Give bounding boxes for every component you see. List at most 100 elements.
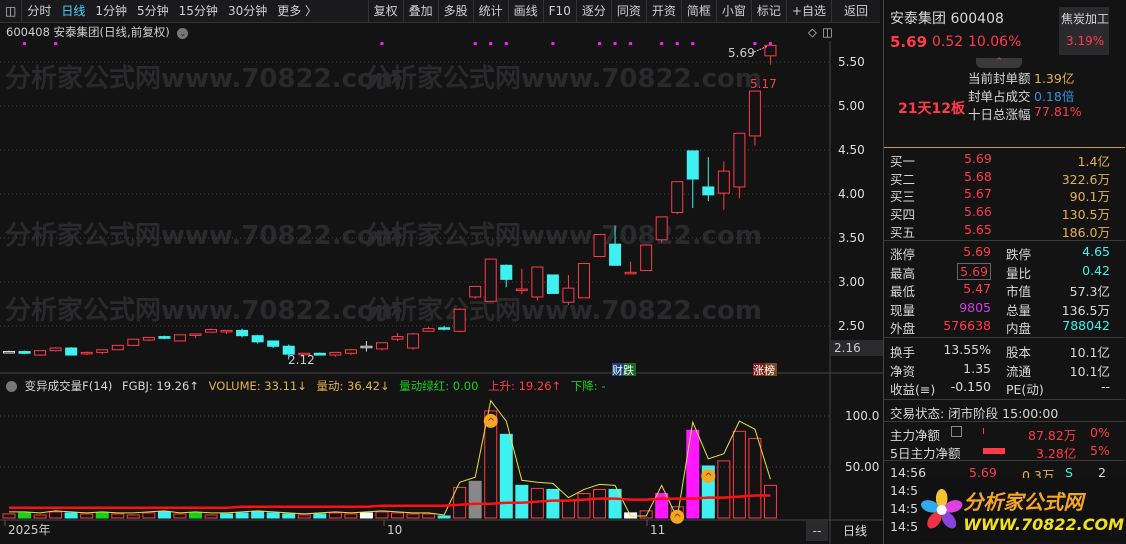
add-watchlist-button[interactable]: +自选 <box>785 0 831 23</box>
price-axis-label: 2.50 <box>838 319 865 333</box>
candle <box>329 351 342 357</box>
f10-button[interactable]: F10 <box>542 0 576 23</box>
kline-chart[interactable]: 5.50 5.00 4.50 4.00 3.50 3.00 2.50 2.16 100.0 50.… <box>0 0 883 544</box>
tab-more[interactable]: 更多 〉 <box>272 0 322 23</box>
candle-body <box>733 132 746 188</box>
stat-label: 总量 <box>1006 302 1032 318</box>
signal-dot <box>504 42 508 45</box>
candle <box>251 334 264 344</box>
volume-bar <box>468 480 482 519</box>
stats-button[interactable]: 统计 <box>472 0 508 23</box>
chart-subtitle: 600408 安泰集团(日线,前复权) <box>6 25 170 39</box>
indicator-liangdong: 量动: 36.42↓ <box>316 379 390 393</box>
bid-label: 买一 <box>890 154 916 169</box>
mark-button[interactable]: 标记 <box>750 0 786 23</box>
seal-ratio-label: 封单占成交 <box>968 89 1031 104</box>
candle-body <box>609 243 622 266</box>
panel-toggle-icon[interactable]: ◫ <box>822 23 833 41</box>
candle-body <box>469 285 482 298</box>
scroll-indicator[interactable]: -- <box>806 521 828 541</box>
candle-body <box>236 329 249 337</box>
volume-bar <box>266 512 280 519</box>
main-flow-pct: 0% <box>1090 425 1110 440</box>
tab-1min[interactable]: 1分钟 <box>90 0 132 23</box>
chevron-down-icon[interactable]: ⌄ <box>177 28 189 39</box>
candle-body <box>702 186 715 196</box>
fund-label: 流通 <box>1006 363 1032 379</box>
candle-body <box>127 338 140 346</box>
panel-toggle-icon[interactable]: ◫ <box>0 0 21 23</box>
volume-bar <box>748 437 762 519</box>
candle <box>236 328 249 338</box>
volume-bar <box>763 484 777 519</box>
simple-frame-button[interactable]: 简框 <box>680 0 716 23</box>
open-capital-button[interactable]: 开资 <box>645 0 681 23</box>
candle <box>764 44 777 65</box>
diamond-icon[interactable]: ◇ <box>808 23 817 41</box>
tab-daily[interactable]: 日线 <box>56 0 90 23</box>
chevron-down-icon[interactable] <box>6 381 17 392</box>
sector-badge[interactable]: 焦炭加工 3.19% <box>1059 7 1109 55</box>
stat-label: 最高 <box>890 265 916 281</box>
same-capital-button[interactable]: 同资 <box>610 0 646 23</box>
bid-volume: 186.0万 <box>1061 224 1110 240</box>
overlay-button[interactable]: 叠加 <box>402 0 438 23</box>
bid-volume: 90.1万 <box>1069 189 1110 205</box>
candle <box>469 285 482 299</box>
volume-bar <box>188 512 202 519</box>
signal-dot <box>489 42 493 45</box>
candle-body <box>671 181 684 213</box>
main-flow-value: 87.82万 <box>1028 428 1077 443</box>
flow5-pct: 5% <box>1090 443 1110 458</box>
candle <box>127 338 140 346</box>
volume-bar <box>297 514 311 519</box>
fund-value: -- <box>1100 379 1110 395</box>
fuquan-button[interactable]: 复权 <box>367 0 403 23</box>
candle-body <box>453 308 466 332</box>
stat-value: 4.65 <box>1082 244 1110 259</box>
bid-volume: 130.5万 <box>1061 207 1110 223</box>
per-minute-button[interactable]: 逐分 <box>575 0 611 23</box>
volume-bar <box>422 513 436 519</box>
price-change-pct: 10.06% <box>968 34 1022 50</box>
tab-15min[interactable]: 15分钟 <box>174 0 223 23</box>
tab-5min[interactable]: 5分钟 <box>132 0 174 23</box>
candle <box>515 268 528 295</box>
multi-stock-button[interactable]: 多股 <box>437 0 473 23</box>
signal-dot <box>629 42 633 45</box>
bid-price: 5.66 <box>964 204 992 220</box>
candle <box>173 334 186 342</box>
signal-dot <box>691 42 695 45</box>
divider <box>884 240 1125 241</box>
volume-bar <box>499 433 513 519</box>
back-button[interactable]: 返回 <box>830 0 880 23</box>
indicator-liangdong-lvhong: 量动绿红: 0.00 <box>399 379 479 393</box>
trading-status: 交易状态: 闭市阶段 15:00:00 <box>890 406 1059 421</box>
volume-bar <box>406 513 420 519</box>
volume-bar <box>18 512 32 519</box>
indicator-down: 下降: - <box>570 379 606 393</box>
volume-bar <box>204 514 218 519</box>
candle-body <box>422 328 435 332</box>
candle-body <box>220 329 233 333</box>
volume-bar <box>732 430 746 519</box>
seal-amount: 1.39亿 <box>1034 71 1075 86</box>
candle-body <box>593 233 606 257</box>
date-label: 11 <box>650 523 665 537</box>
candle-body <box>717 170 730 194</box>
candle <box>391 333 404 341</box>
candle <box>453 308 466 333</box>
candle <box>267 340 280 348</box>
small-window-button[interactable]: 小窗 <box>715 0 751 23</box>
tab-fenshi[interactable]: 分时 <box>21 0 56 23</box>
tab-30min[interactable]: 30分钟 <box>223 0 272 23</box>
draw-line-button[interactable]: 画线 <box>507 0 543 23</box>
list-icon[interactable] <box>951 426 962 437</box>
expand-up-icon[interactable]: ⌃ <box>976 58 1022 68</box>
period-label[interactable]: 日线 <box>843 522 867 539</box>
stat-value: 136.5万 <box>1061 302 1110 318</box>
stat-value: 9805 <box>959 299 991 315</box>
volume-bar <box>251 511 265 519</box>
candle-body <box>500 264 513 280</box>
high-price-label: 5.69 <box>728 46 755 60</box>
